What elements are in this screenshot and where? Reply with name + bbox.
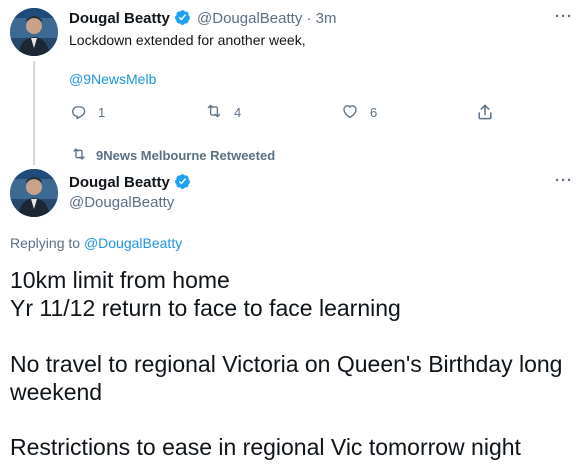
mention-link[interactable]: @9NewsMelb — [69, 71, 156, 87]
verified-badge-icon — [174, 9, 191, 30]
tweet-line: Restrictions to ease in regional Vic tom… — [10, 434, 521, 460]
like-button[interactable]: 6 — [340, 102, 377, 123]
handle[interactable]: @DougalBeatty — [197, 10, 302, 27]
replying-prefix: Replying to — [10, 235, 81, 251]
share-icon — [475, 102, 505, 125]
tweet-text: Lockdown extended for another week, — [69, 32, 306, 48]
tweet-header: Dougal Beatty @DougalBeatty · 3m — [69, 9, 337, 30]
reply-button[interactable]: 1 — [70, 102, 105, 123]
retweet-banner[interactable]: 9News Melbourne Retweeted — [70, 146, 275, 165]
replying-to-link[interactable]: @DougalBeatty — [84, 235, 182, 251]
replying-to: Replying to @DougalBeatty — [10, 235, 182, 251]
tweet-line: 10km limit from home — [10, 267, 230, 293]
share-button[interactable] — [475, 102, 505, 125]
display-name[interactable]: Dougal Beatty — [69, 10, 170, 27]
timeline: Dougal Beatty @DougalBeatty · 3m ··· Loc… — [0, 0, 585, 466]
reply-count: 1 — [98, 105, 106, 120]
retweet-count: 4 — [234, 105, 242, 120]
retweet-icon — [70, 146, 98, 165]
more-icon[interactable]: ··· — [555, 9, 573, 24]
display-name[interactable]: Dougal Beatty — [69, 174, 170, 191]
tweet-line: weekend — [10, 379, 103, 405]
retweet-icon — [204, 102, 234, 123]
verified-badge-icon — [174, 173, 191, 194]
retweet-button[interactable]: 4 — [204, 102, 241, 123]
like-count: 6 — [370, 105, 378, 120]
separator: · — [306, 10, 312, 27]
tweet-header: Dougal Beatty — [69, 173, 191, 194]
avatar[interactable] — [10, 169, 58, 217]
thread-connector — [33, 61, 35, 165]
avatar[interactable] — [10, 8, 58, 56]
tweet-line: Yr 11/12 return to face to face learning — [10, 295, 401, 321]
tweet-line: No travel to regional Victoria on Queen'… — [10, 351, 563, 377]
handle[interactable]: @DougalBeatty — [69, 194, 174, 211]
like-icon — [340, 102, 370, 123]
reply-icon — [70, 102, 98, 123]
retweet-banner-label: 9News Melbourne Retweeted — [96, 148, 276, 163]
timestamp[interactable]: 3m — [316, 10, 337, 27]
more-icon[interactable]: ··· — [555, 173, 573, 188]
